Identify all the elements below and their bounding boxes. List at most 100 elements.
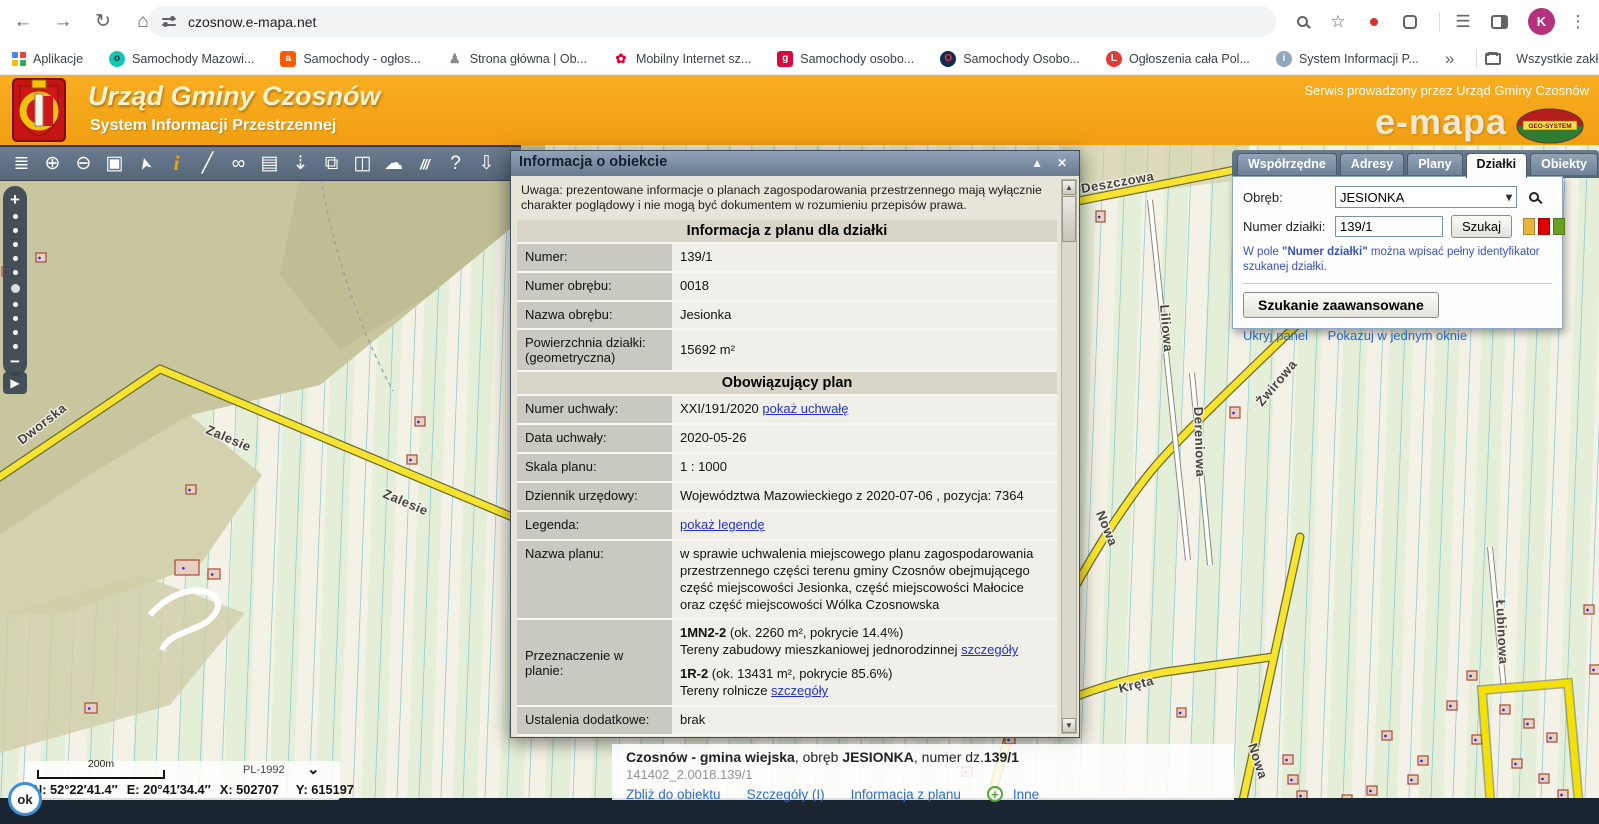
bookmark-item[interactable]: gSamochody osobo... <box>777 51 914 67</box>
row-label: Nazwa obrębu: <box>517 302 672 329</box>
zoom-level-dot[interactable] <box>13 214 18 219</box>
bookmark-item[interactable]: ♟Strona główna | Ob... <box>447 51 587 67</box>
bookmark-item[interactable]: aSamochody - ogłos... <box>280 51 420 67</box>
help-icon[interactable]: ? <box>440 151 471 177</box>
reading-list-icon[interactable]: ☰ <box>1448 12 1478 32</box>
scroll-up-icon[interactable]: ▲ <box>1062 180 1076 195</box>
plus-circle-icon[interactable]: + <box>987 786 1003 802</box>
row-value: XXI/191/2020 pokaż uchwałę <box>672 396 1057 423</box>
details-link[interactable]: szczegóły <box>771 683 828 698</box>
profile-avatar[interactable]: K <box>1528 8 1555 35</box>
extensions-icon[interactable] <box>1395 15 1425 29</box>
geosystem-logo: GEO-SYSTEM <box>1515 107 1585 145</box>
dialog-scrollbar[interactable]: ▲ ▼ <box>1061 179 1077 734</box>
hide-panel-link[interactable]: Ukryj panel <box>1243 328 1308 343</box>
compare-icon[interactable]: ⧉ <box>316 151 347 177</box>
pointer-icon[interactable]: ➤ <box>129 145 162 181</box>
bookmark-item[interactable]: Aplikacje <box>12 52 83 66</box>
zoom-page-icon[interactable] <box>1287 16 1317 27</box>
street-view-icon[interactable]: ⇣ <box>285 151 316 177</box>
zoom-level-dot[interactable] <box>13 228 18 233</box>
extension-red-icon[interactable] <box>1359 18 1389 26</box>
tab-dzialki[interactable]: Działki <box>1466 153 1528 178</box>
advanced-search-button[interactable]: Szukanie zaawansowane <box>1243 292 1439 318</box>
details-link[interactable]: szczegóły <box>961 642 1018 657</box>
zoom-to-object-link[interactable]: Zbliż do obiektu <box>626 787 721 802</box>
dialog-titlebar[interactable]: Informacja o obiekcie ▲ ✕ <box>511 151 1079 176</box>
zoom-level-dot[interactable] <box>13 256 18 261</box>
close-icon[interactable]: ✕ <box>1057 156 1067 170</box>
layers-icon[interactable]: ≣ <box>6 151 37 177</box>
print-icon[interactable]: ▤ <box>254 151 285 177</box>
search-button[interactable]: Szukaj <box>1451 215 1512 238</box>
zoom-in-button[interactable]: + <box>10 191 20 209</box>
show-legend-link[interactable]: pokaż legendę <box>680 517 765 532</box>
collapse-icon[interactable]: ▲ <box>1031 156 1043 170</box>
all-bookmarks-label[interactable]: Wszystkie zakładki <box>1516 52 1599 66</box>
ok-button[interactable]: ok <box>8 782 42 816</box>
zoom-level-dot[interactable] <box>13 242 18 247</box>
address-bar[interactable]: czosnow.e-mapa.net <box>148 6 1276 37</box>
zoom-level-dot[interactable] <box>13 316 18 321</box>
plan-info-link[interactable]: Informacja z planu <box>851 787 961 802</box>
bookmark-favicon: ✿ <box>613 51 629 67</box>
tab-wspolrzedne[interactable]: Współrzędne <box>1237 153 1337 175</box>
row-label: Powierzchnia działki: (geometryczna) <box>517 330 672 370</box>
bookmark-item[interactable]: OSamochody Osobo... <box>940 51 1080 67</box>
divider <box>1439 12 1440 32</box>
crs-label: PL-1992 <box>243 764 285 776</box>
bookmark-label: Mobilny Internet sz... <box>636 52 751 66</box>
profile-lines-icon[interactable]: /// <box>409 151 440 177</box>
parcel-number-input[interactable] <box>1335 216 1443 237</box>
layout-icon[interactable]: ◫ <box>347 151 378 177</box>
zoom-out-button[interactable]: − <box>10 353 20 371</box>
reload-icon[interactable]: ↻ <box>86 5 120 39</box>
show-resolution-link[interactable]: pokaż uchwałę <box>762 401 848 416</box>
back-icon[interactable]: ← <box>6 5 40 39</box>
zoom-level-dot[interactable] <box>13 330 18 335</box>
zoom-level-dot[interactable] <box>13 302 18 307</box>
zoom-level-dot[interactable] <box>13 344 18 349</box>
legend-chip[interactable] <box>1538 218 1550 235</box>
details-link[interactable]: Szczegóły (I) <box>747 787 825 802</box>
zoom-extent-icon[interactable]: ▣ <box>99 151 130 177</box>
scrollbar-thumb[interactable] <box>1062 196 1076 242</box>
legend-chip[interactable] <box>1523 218 1535 235</box>
scroll-down-icon[interactable]: ▼ <box>1062 718 1076 733</box>
bookmark-star-icon[interactable]: ☆ <box>1323 12 1353 32</box>
zoom-in-icon[interactable]: ⊕ <box>37 151 68 177</box>
pan-handle-button[interactable]: ▶ <box>3 372 27 394</box>
draw-polygon-icon[interactable]: ☁ <box>378 151 409 177</box>
link-icon[interactable]: ∞ <box>223 151 254 177</box>
tab-obiekty[interactable]: Obiekty <box>1530 153 1598 175</box>
divider <box>1243 283 1552 284</box>
other-link[interactable]: Inne <box>1013 787 1039 802</box>
download-icon[interactable]: ⇩ <box>471 151 502 177</box>
bookmark-item[interactable]: ✿ Mobilny Internet sz... <box>613 51 751 67</box>
tab-adresy[interactable]: Adresy <box>1340 153 1404 175</box>
search-icon[interactable] <box>1529 192 1539 202</box>
chrome-menu-icon[interactable]: ⋮ <box>1563 12 1593 32</box>
forward-icon[interactable]: → <box>46 5 80 39</box>
row-label: Skala planu: <box>517 454 672 481</box>
site-info-icon[interactable] <box>162 16 176 28</box>
table-row: Skala planu: 1 : 1000 <box>517 454 1057 483</box>
zoom-level-dot[interactable] <box>13 270 18 275</box>
object-info-icon[interactable]: i <box>161 151 192 177</box>
tab-plany[interactable]: Plany <box>1407 153 1462 175</box>
measure-icon[interactable]: ╱ <box>192 151 223 177</box>
legend-chip[interactable] <box>1553 218 1565 235</box>
bookmark-favicon: o <box>109 51 125 67</box>
bookmark-item[interactable]: iSystem Informacji P... <box>1276 51 1419 67</box>
geosystem-text: GEO-SYSTEM <box>1528 123 1571 130</box>
bookmarks-overflow-icon[interactable]: » <box>1445 49 1454 69</box>
zoom-out-icon[interactable]: ⊖ <box>68 151 99 177</box>
zoom-level-dot[interactable] <box>11 284 20 293</box>
crs-chevron-icon[interactable]: ⌄ <box>307 760 320 778</box>
bookmark-item[interactable]: oSamochody Mazowi... <box>109 51 254 67</box>
single-window-link[interactable]: Pokazuj w jednym oknie <box>1328 328 1467 343</box>
bookmark-item[interactable]: LOgłoszenia cała Pol... <box>1106 51 1250 67</box>
url-text[interactable]: czosnow.e-mapa.net <box>188 14 316 30</box>
obreb-select[interactable]: JESIONKA ▾ <box>1335 186 1517 208</box>
side-panel-icon[interactable] <box>1484 15 1514 29</box>
